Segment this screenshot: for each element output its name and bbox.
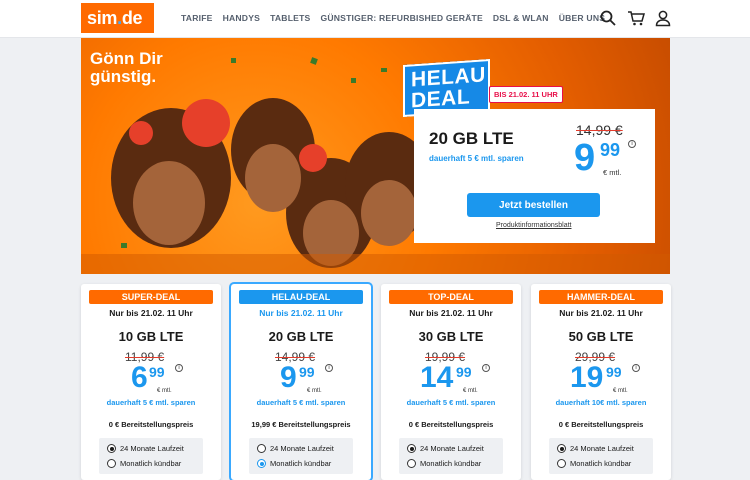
card-setup-fee: 19,99 € Bereitstellungspreis bbox=[251, 420, 351, 429]
info-icon[interactable]: i bbox=[175, 364, 183, 372]
option-label: 24 Monate Laufzeit bbox=[120, 444, 184, 453]
contract-options: 24 Monate Laufzeit Monatlich kündbar bbox=[249, 438, 353, 474]
logo-tld: de bbox=[121, 8, 143, 28]
card-price-main: 6 bbox=[131, 361, 148, 394]
radio-unselected[interactable] bbox=[107, 459, 116, 468]
nav-tarife[interactable]: TARIFE bbox=[181, 13, 213, 23]
top-navigation-bar: sim.de TARIFE HANDYS TABLETS GÜNSTIGER: … bbox=[0, 0, 750, 38]
card-tag: SUPER-DEAL bbox=[89, 290, 213, 304]
option-label: Monatlich kündbar bbox=[120, 459, 182, 468]
nav-handys[interactable]: HANDYS bbox=[223, 13, 261, 23]
card-saving: dauerhaft 5 € mtl. sparen bbox=[106, 398, 196, 407]
user-icon[interactable] bbox=[654, 9, 672, 27]
card-price-cents: 99 bbox=[456, 364, 472, 380]
card-volume: 50 GB LTE bbox=[568, 329, 634, 344]
info-icon[interactable]: i bbox=[482, 364, 490, 372]
card-tag: HAMMER-DEAL bbox=[539, 290, 663, 304]
hero-headline: Gönn Dir günstig. bbox=[90, 50, 163, 86]
headline-line-1: Gönn Dir bbox=[90, 49, 163, 68]
offer-old-price: 14,99 € bbox=[576, 122, 623, 138]
deal-date-tag: BIS 21.02. 11 UHR bbox=[489, 86, 563, 103]
option-monthly[interactable]: Monatlich kündbar bbox=[557, 459, 631, 468]
search-icon[interactable] bbox=[599, 9, 617, 27]
card-until: Nur bis 21.02. 11 Uhr bbox=[109, 308, 193, 318]
card-setup-fee: 0 € Bereitstellungspreis bbox=[108, 420, 194, 429]
card-setup-fee: 0 € Bereitstellungspreis bbox=[558, 420, 644, 429]
card-price-cents: 99 bbox=[299, 364, 315, 380]
cart-icon[interactable] bbox=[627, 9, 645, 27]
option-24-months[interactable]: 24 Monate Laufzeit bbox=[557, 444, 634, 453]
card-saving: dauerhaft 10€ mtl. sparen bbox=[555, 398, 647, 407]
offer-saving: dauerhaft 5 € mtl. sparen bbox=[429, 154, 524, 163]
nav-refurbished[interactable]: GÜNSTIGER: REFURBISHED GERÄTE bbox=[320, 13, 482, 23]
offer-per-month: € mtl. bbox=[603, 168, 622, 177]
hero-banner: Gönn Dir günstig. HELAU DEAL BIS 21.02. … bbox=[81, 38, 670, 274]
radio-unselected[interactable] bbox=[557, 459, 566, 468]
tariff-card-top-deal: TOP-DEAL Nur bis 21.02. 11 Uhr 30 GB LTE… bbox=[381, 284, 521, 480]
card-tag: TOP-DEAL bbox=[389, 290, 513, 304]
card-until: Nur bis 21.02. 11 Uhr bbox=[409, 308, 493, 318]
card-until: Nur bis 21.02. 11 Uhr bbox=[259, 308, 343, 318]
radio-unselected[interactable] bbox=[407, 459, 416, 468]
headline-line-2: günstig. bbox=[90, 67, 157, 86]
nav-dsl-wlan[interactable]: DSL & WLAN bbox=[493, 13, 549, 23]
info-icon[interactable]: i bbox=[632, 364, 640, 372]
tariff-card-super-deal: SUPER-DEAL Nur bis 21.02. 11 Uhr 10 GB L… bbox=[81, 284, 221, 480]
info-icon[interactable]: i bbox=[325, 364, 333, 372]
radio-selected[interactable] bbox=[257, 459, 266, 468]
card-volume: 30 GB LTE bbox=[418, 329, 484, 344]
info-icon[interactable]: i bbox=[628, 140, 636, 148]
card-tag: HELAU-DEAL bbox=[239, 290, 363, 304]
radio-selected[interactable] bbox=[557, 444, 566, 453]
card-price-main: 19 bbox=[570, 361, 604, 394]
card-per-month: € mtl. bbox=[463, 388, 478, 394]
option-24-months[interactable]: 24 Monate Laufzeit bbox=[407, 444, 484, 453]
radio-selected[interactable] bbox=[407, 444, 416, 453]
card-per-month: € mtl. bbox=[613, 388, 628, 394]
card-per-month: € mtl. bbox=[307, 388, 322, 394]
contract-options: 24 Monate Laufzeit Monatlich kündbar bbox=[399, 438, 503, 474]
option-monthly[interactable]: Monatlich kündbar bbox=[407, 459, 481, 468]
option-24-months[interactable]: 24 Monate Laufzeit bbox=[107, 444, 184, 453]
option-24-months[interactable]: 24 Monate Laufzeit bbox=[257, 444, 334, 453]
card-price-cents: 99 bbox=[149, 364, 165, 380]
card-per-month: € mtl. bbox=[157, 388, 172, 394]
tariff-card-hammer-deal: HAMMER-DEAL Nur bis 21.02. 11 Uhr 50 GB … bbox=[531, 284, 671, 480]
sim-de-logo[interactable]: sim.de bbox=[81, 3, 154, 33]
radio-unselected[interactable] bbox=[257, 444, 266, 453]
logo-text: sim bbox=[87, 8, 118, 28]
option-monthly[interactable]: Monatlich kündbar bbox=[107, 459, 181, 468]
card-volume: 10 GB LTE bbox=[118, 329, 184, 344]
offer-volume: 20 GB LTE bbox=[429, 129, 514, 148]
contract-options: 24 Monate Laufzeit Monatlich kündbar bbox=[549, 438, 653, 474]
hero-offer-card: 20 GB LTE dauerhaft 5 € mtl. sparen 14,9… bbox=[414, 109, 655, 243]
option-label: 24 Monate Laufzeit bbox=[570, 444, 634, 453]
option-monthly[interactable]: Monatlich kündbar bbox=[257, 459, 331, 468]
card-price-cents: 99 bbox=[606, 364, 622, 380]
card-setup-fee: 0 € Bereitstellungspreis bbox=[408, 420, 494, 429]
offer-price-cents: 99 bbox=[600, 140, 621, 160]
radio-selected[interactable] bbox=[107, 444, 116, 453]
card-saving: dauerhaft 5 € mtl. sparen bbox=[406, 398, 496, 407]
badge-line-2: DEAL bbox=[411, 85, 471, 113]
card-volume: 20 GB LTE bbox=[268, 329, 334, 344]
option-label: Monatlich kündbar bbox=[270, 459, 332, 468]
card-price-main: 9 bbox=[280, 361, 297, 394]
card-until: Nur bis 21.02. 11 Uhr bbox=[559, 308, 643, 318]
order-now-button[interactable]: Jetzt bestellen bbox=[467, 193, 600, 217]
option-label: 24 Monate Laufzeit bbox=[420, 444, 484, 453]
main-nav: TARIFE HANDYS TABLETS GÜNSTIGER: REFURBI… bbox=[181, 13, 605, 23]
card-saving: dauerhaft 5 € mtl. sparen bbox=[256, 398, 346, 407]
card-price-main: 14 bbox=[420, 361, 454, 394]
option-label: Monatlich kündbar bbox=[570, 459, 632, 468]
offer-price-main: 9 bbox=[574, 137, 596, 179]
product-info-link[interactable]: Produktinformationsblatt bbox=[496, 222, 571, 229]
option-label: Monatlich kündbar bbox=[420, 459, 482, 468]
tariff-card-helau-deal: HELAU-DEAL Nur bis 21.02. 11 Uhr 20 GB L… bbox=[231, 284, 371, 480]
nav-tablets[interactable]: TABLETS bbox=[270, 13, 310, 23]
contract-options: 24 Monate Laufzeit Monatlich kündbar bbox=[99, 438, 203, 474]
option-label: 24 Monate Laufzeit bbox=[270, 444, 334, 453]
